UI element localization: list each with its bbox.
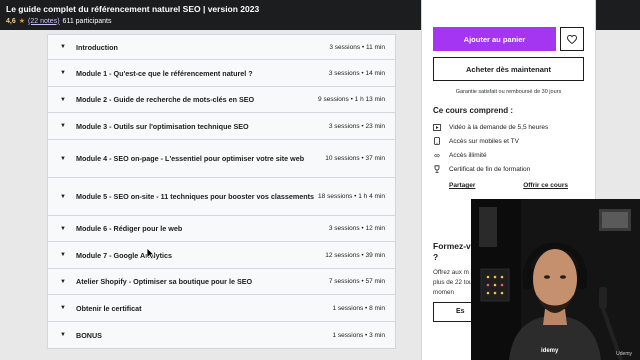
includes-item: Vidéo à la demande de 5,5 heures [433, 120, 584, 134]
chevron-down-icon: ▼ [60, 278, 66, 285]
trophy-icon [433, 165, 441, 173]
chevron-down-icon: ▼ [60, 332, 66, 338]
section-title: Obtenir le certificat [76, 303, 142, 313]
curriculum-section[interactable]: ▼ Module 5 - SEO on-site - 11 techniques … [48, 178, 395, 216]
share-link[interactable]: Partager [449, 182, 475, 189]
instructor-webcam-video [471, 199, 640, 360]
curriculum-section[interactable]: ▼ Introduction 3 sessions • 11 min [48, 35, 395, 60]
chevron-down-icon: ▼ [60, 225, 66, 232]
heart-icon [567, 34, 577, 44]
chevron-down-icon: ▼ [60, 96, 66, 103]
includes-label: Certificat de fin de formation [449, 165, 531, 173]
section-title: Module 5 - SEO on-site - 11 techniques p… [76, 192, 315, 201]
chevron-down-icon: ▼ [60, 155, 66, 162]
section-meta: 10 sessions • 37 min [325, 155, 385, 162]
star-icon: ★ [18, 18, 26, 25]
curriculum-section[interactable]: ▼ Module 2 - Guide de recherche de mots-c… [48, 87, 395, 113]
section-meta: 3 sessions • 12 min [328, 225, 385, 232]
includes-list: Vidéo à la demande de 5,5 heures Accès s… [433, 120, 584, 176]
includes-title: Ce cours comprend : [433, 106, 514, 115]
section-title: Atelier Shopify - Optimiser sa boutique … [76, 277, 253, 286]
buy-now-button[interactable]: Acheter dès maintenant [433, 57, 584, 81]
chevron-down-icon: ▼ [60, 305, 66, 311]
chevron-down-icon: ▼ [60, 252, 66, 258]
includes-label: Accès illimité [449, 151, 487, 159]
section-meta: 1 sessions • 8 min [332, 304, 386, 312]
course-curriculum: ▼ Introduction 3 sessions • 11 min ▼ Modul… [47, 34, 396, 349]
add-to-cart-button[interactable]: Ajouter au panier [433, 27, 556, 51]
section-title: Module 3 - Outils sur l'optimisation tec… [76, 121, 249, 131]
chevron-down-icon: ▼ [60, 70, 66, 76]
webcam-watermark: Udemy [616, 351, 632, 357]
includes-item: ∞ Accès illimité [433, 148, 584, 162]
wishlist-button[interactable] [560, 27, 584, 51]
curriculum-section[interactable]: ▼ Module 1 - Qu'est-ce que le référenceme… [48, 60, 395, 87]
reviews-link[interactable]: (22 notes) [28, 18, 60, 25]
gift-course-link[interactable]: Offrir ce cours [523, 182, 568, 189]
curriculum-section[interactable]: ▼ BONUS 1 sessions • 3 min [48, 322, 395, 348]
chevron-down-icon: ▼ [60, 44, 66, 50]
includes-item: Accès sur mobiles et TV [433, 134, 584, 148]
includes-item: Certificat de fin de formation [433, 162, 584, 176]
mouse-cursor-icon [146, 247, 155, 260]
infinity-icon: ∞ [434, 150, 440, 160]
chevron-down-icon: ▼ [60, 193, 66, 200]
rating-value: 4,6 [6, 17, 16, 25]
buy-row: Ajouter au panier [433, 27, 584, 51]
includes-label: Accès sur mobiles et TV [449, 137, 519, 145]
section-title: BONUS [76, 330, 102, 340]
curriculum-section[interactable]: ▼ Module 3 - Outils sur l'optimisation te… [48, 113, 395, 140]
section-title: Module 7 - Google Analytics [76, 250, 172, 260]
section-meta: 9 sessions • 1 h 13 min [318, 96, 385, 103]
curriculum-section[interactable]: ▼ Module 6 - Rédiger pour le web 3 sessio… [48, 216, 395, 242]
participants-count: 611 participants [62, 17, 112, 25]
section-meta: 3 sessions • 23 min [328, 122, 385, 130]
section-meta: 1 sessions • 3 min [332, 331, 386, 339]
section-meta: 18 sessions • 1 h 4 min [318, 193, 385, 200]
section-title: Module 6 - Rédiger pour le web [76, 224, 183, 233]
guarantee-text: Garantie satisfait ou remboursé de 30 jo… [455, 89, 562, 95]
mobile-icon [433, 137, 441, 145]
section-meta: 3 sessions • 11 min [329, 43, 385, 51]
curriculum-section[interactable]: ▼ Module 7 - Google Analytics 12 sessions… [48, 242, 395, 269]
section-meta: 3 sessions • 14 min [328, 69, 385, 77]
chevron-down-icon: ▼ [60, 123, 66, 129]
video-icon [433, 123, 441, 131]
section-meta: 12 sessions • 39 min [325, 251, 385, 259]
section-title: Introduction [76, 42, 118, 52]
section-meta: 7 sessions • 57 min [328, 278, 385, 285]
curriculum-section[interactable]: ▼ Obtenir le certificat 1 sessions • 8 mi… [48, 295, 395, 322]
includes-label: Vidéo à la demande de 5,5 heures [449, 123, 549, 131]
curriculum-section[interactable]: ▼ Atelier Shopify - Optimiser sa boutique… [48, 269, 395, 295]
webcam-overlay: Udemy [471, 199, 640, 360]
section-title: Module 2 - Guide de recherche de mots-cl… [76, 95, 255, 104]
links-row: Partager Offrir ce cours [433, 182, 584, 189]
udemy-logo: idemy [541, 348, 559, 354]
section-title: Module 1 - Qu'est-ce que le référencemen… [76, 68, 253, 78]
curriculum-section[interactable]: ▼ Module 4 - SEO on-page - L'essentiel po… [48, 140, 395, 178]
section-title: Module 4 - SEO on-page - L'essentiel pou… [76, 154, 305, 163]
